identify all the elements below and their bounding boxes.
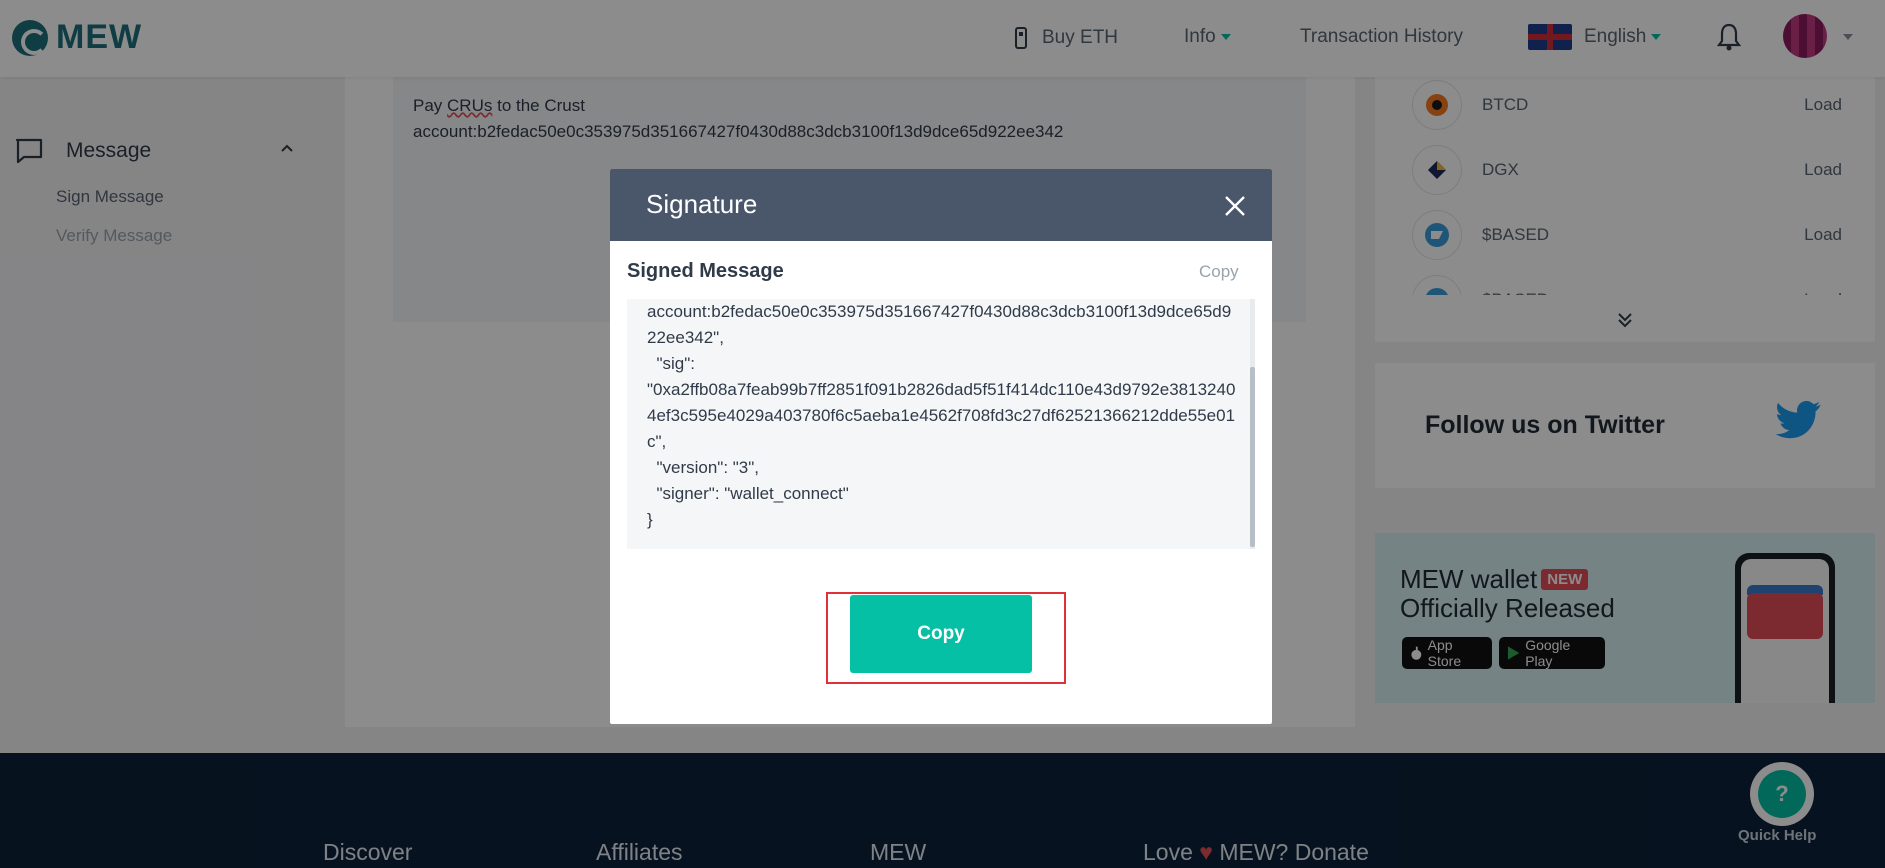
modal-header: Signature	[610, 169, 1272, 241]
signature-textarea[interactable]: account:b2fedac50e0c353975d351667427f043…	[627, 299, 1255, 549]
signature-scrollbar[interactable]	[1250, 299, 1255, 549]
copy-link[interactable]: Copy	[1199, 262, 1239, 282]
scrollbar-thumb[interactable]	[1250, 367, 1255, 547]
close-icon[interactable]	[1224, 195, 1246, 217]
signature-text: account:b2fedac50e0c353975d351667427f043…	[647, 302, 1236, 529]
copy-button-highlight	[826, 592, 1066, 684]
signed-message-label: Signed Message	[627, 260, 784, 282]
modal-title: Signature	[646, 189, 758, 219]
